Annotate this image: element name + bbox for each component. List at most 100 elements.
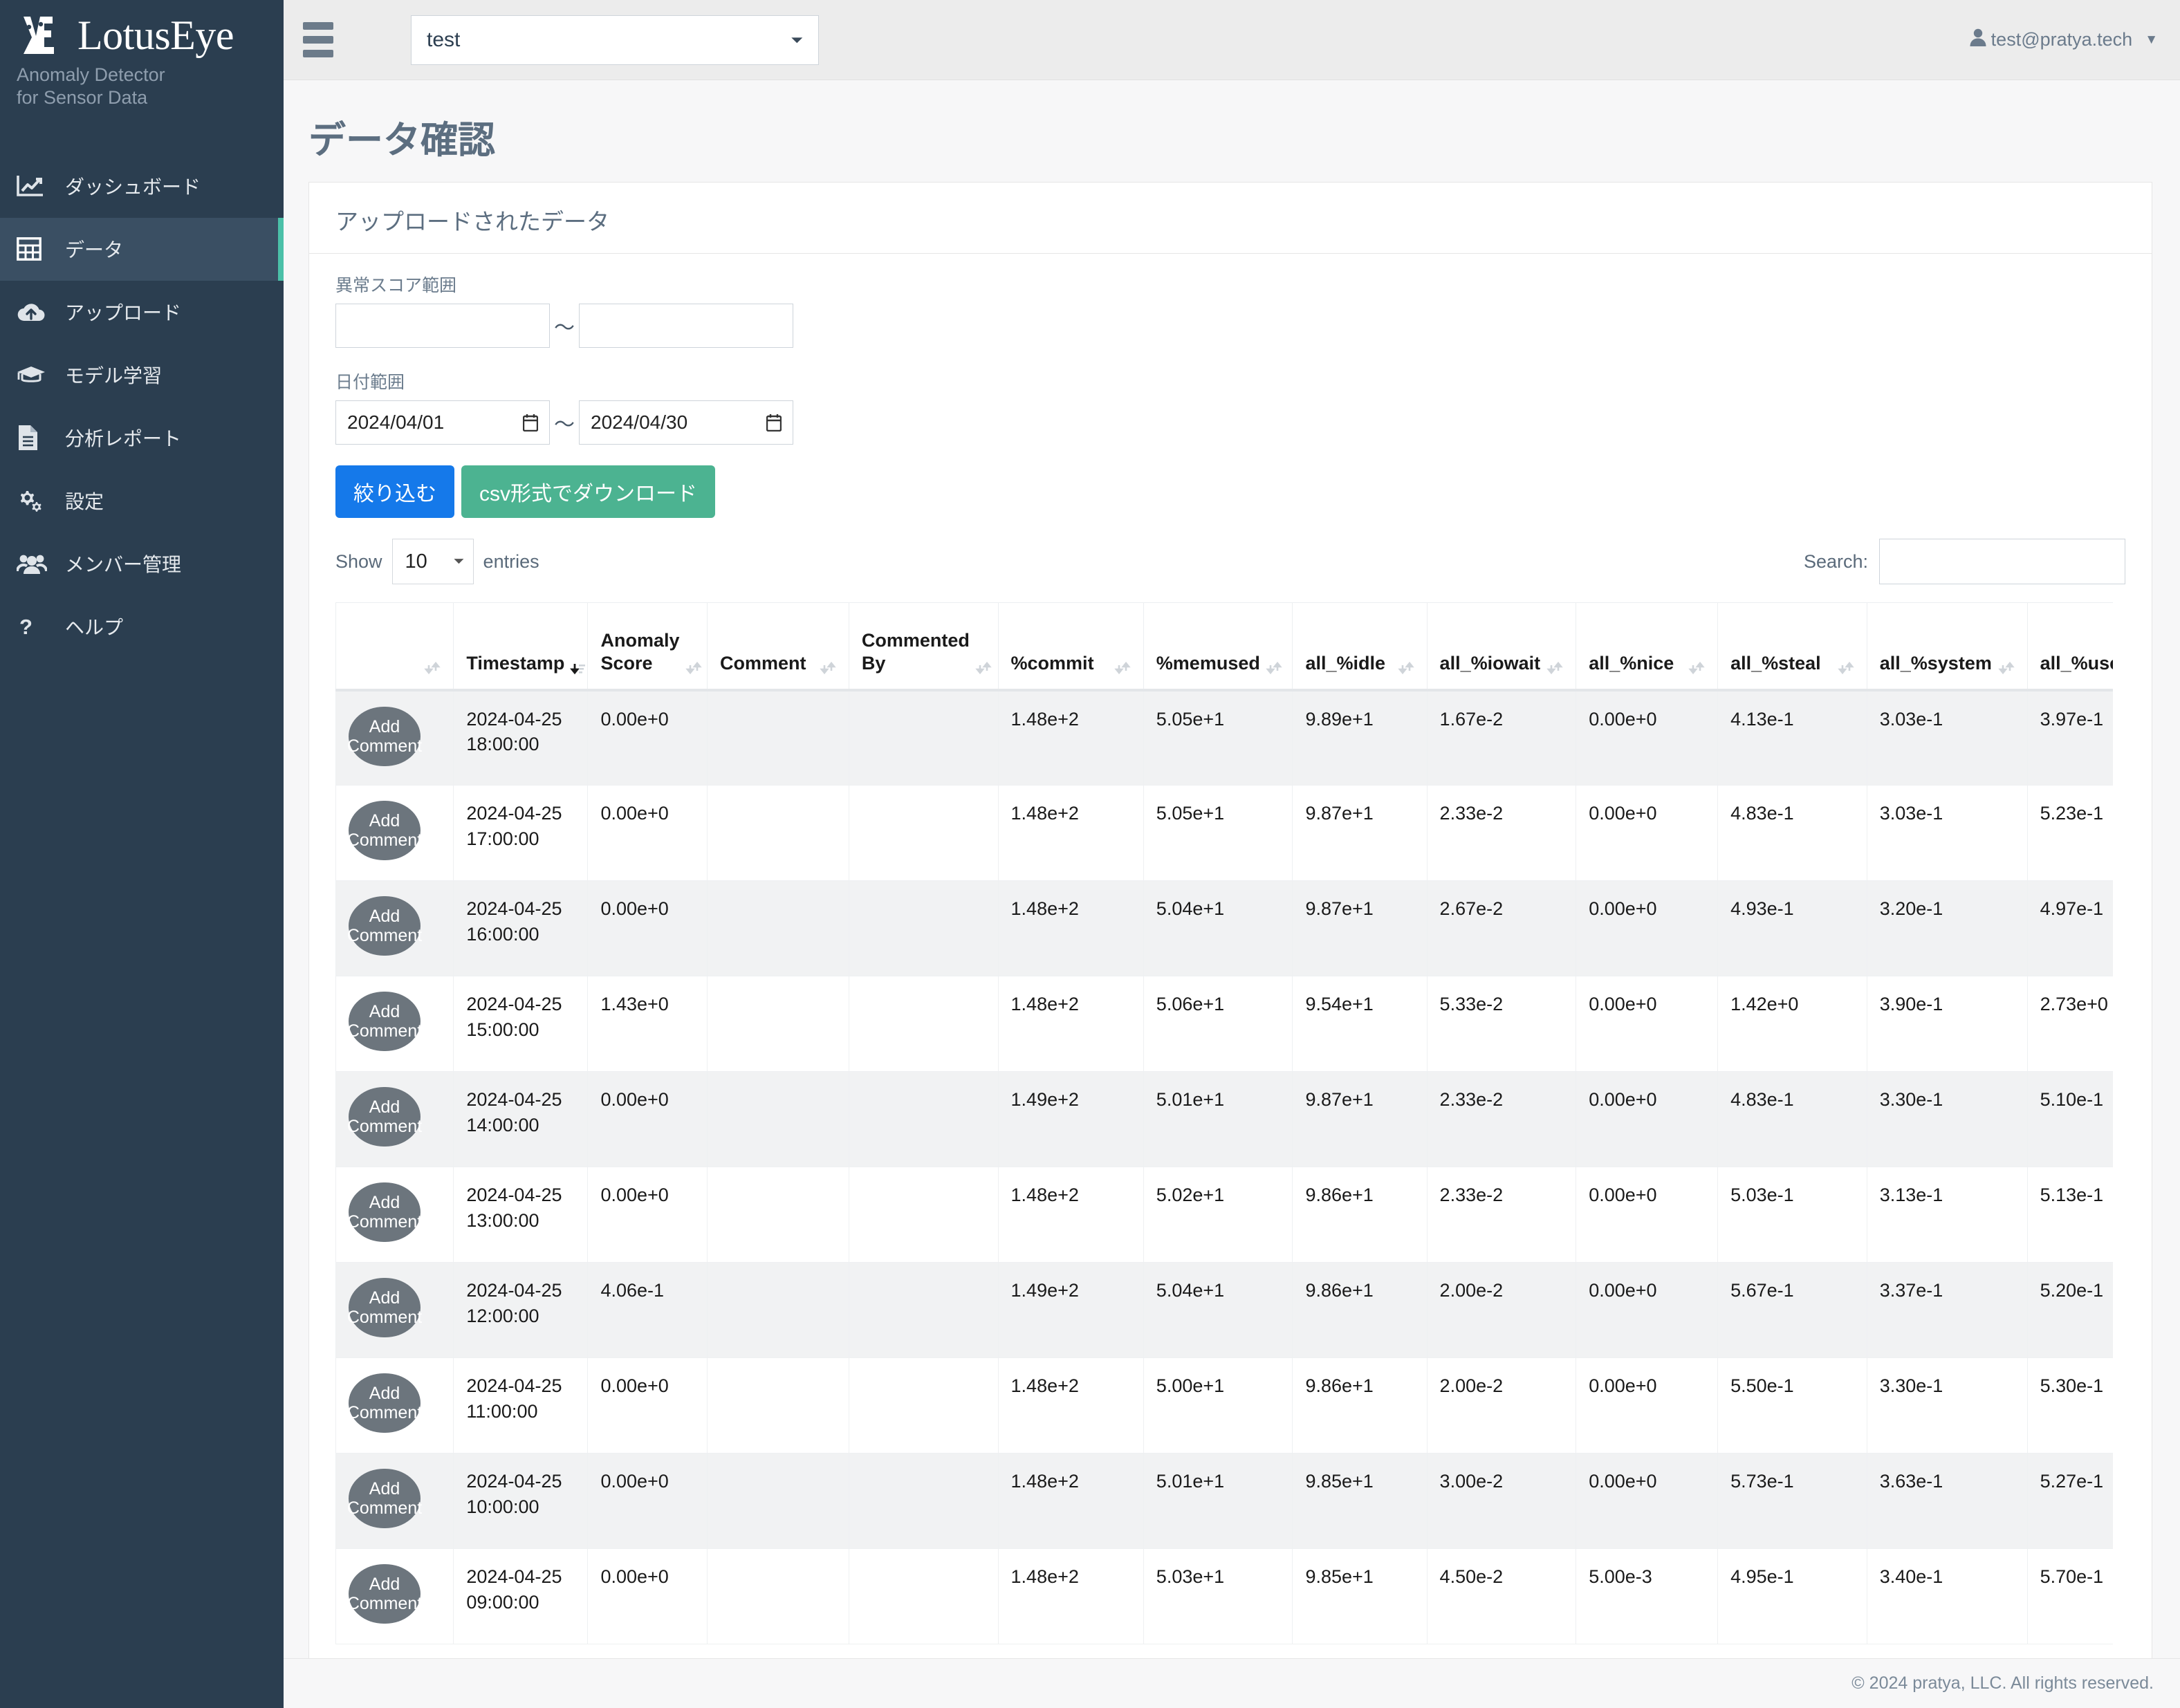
sidebar: LotusEye Anomaly Detector for Sensor Dat… bbox=[0, 0, 284, 1708]
add-comment-button[interactable]: Add Comment bbox=[347, 1087, 422, 1147]
cell-anomaly-score: 1.43e+0 bbox=[587, 976, 708, 1072]
card-title: アップロードされたデータ bbox=[309, 183, 2152, 254]
user-menu[interactable]: test@pratya.tech ▼ bbox=[1969, 28, 2158, 52]
column-header-all-steal[interactable]: all_%steal bbox=[1717, 602, 1867, 691]
cell-actions: Add Comment bbox=[335, 1262, 454, 1358]
lotuseye-logo-icon bbox=[17, 12, 66, 58]
add-comment-button[interactable]: Add Comment bbox=[347, 1564, 422, 1624]
cloud-upload-icon bbox=[17, 301, 57, 323]
column-header-all-idle[interactable]: all_%idle bbox=[1292, 602, 1428, 691]
table-row[interactable]: Add Comment 2024-04-25 15:00:00 1.43e+0 … bbox=[335, 976, 2125, 1072]
add-comment-button[interactable]: Add Comment bbox=[347, 1469, 422, 1528]
sidebar-item-help[interactable]: ? ヘルプ bbox=[0, 595, 284, 658]
sidebar-item-report[interactable]: 分析レポート bbox=[0, 407, 284, 470]
anomaly-score-from-input[interactable] bbox=[335, 304, 550, 348]
table-row[interactable]: Add Comment 2024-04-25 16:00:00 0.00e+0 … bbox=[335, 880, 2125, 976]
table-row[interactable]: Add Comment 2024-04-25 17:00:00 0.00e+0 … bbox=[335, 785, 2125, 881]
cell-comment bbox=[707, 689, 849, 786]
date-to-input[interactable]: 2024/04/30 bbox=[579, 400, 793, 445]
table-row[interactable]: Add Comment 2024-04-25 11:00:00 0.00e+0 … bbox=[335, 1357, 2125, 1454]
column-header-all-nice[interactable]: all_%nice bbox=[1576, 602, 1719, 691]
filter-actions: 絞り込む csv形式でダウンロード bbox=[335, 465, 2125, 518]
date-to-value: 2024/04/30 bbox=[591, 411, 688, 433]
search-input[interactable] bbox=[1879, 539, 2125, 584]
entries-per-page-select[interactable]: 10 ⏷ bbox=[391, 539, 474, 584]
column-label: Comment bbox=[720, 652, 806, 674]
table-row[interactable]: Add Comment 2024-04-25 09:00:00 0.00e+0 … bbox=[335, 1548, 2125, 1644]
table-row[interactable]: Add Comment 2024-04-25 12:00:00 4.06e-1 … bbox=[335, 1262, 2125, 1358]
column-header-commit[interactable]: %commit bbox=[997, 602, 1144, 691]
download-csv-button[interactable]: csv形式でダウンロード bbox=[461, 465, 715, 518]
table-icon bbox=[17, 237, 57, 261]
calendar-icon bbox=[766, 414, 782, 432]
add-comment-button[interactable]: Add Comment bbox=[347, 1373, 422, 1433]
project-select[interactable]: test ⏷ bbox=[411, 15, 819, 65]
cell-comment bbox=[707, 976, 849, 1072]
column-label: all_%steal bbox=[1730, 652, 1821, 674]
cell-commit: 1.48e+2 bbox=[997, 689, 1144, 786]
cell-memused: 5.00e+1 bbox=[1143, 1357, 1293, 1454]
cell-all-idle: 9.85e+1 bbox=[1292, 1453, 1428, 1549]
add-comment-button[interactable]: Add Comment bbox=[347, 706, 422, 766]
cell-all-iowait: 5.33e-2 bbox=[1426, 976, 1577, 1072]
add-comment-button[interactable]: Add Comment bbox=[347, 1182, 422, 1242]
column-header-anomaly-score[interactable]: Anomaly Score bbox=[587, 602, 708, 691]
table-row[interactable]: Add Comment 2024-04-25 13:00:00 0.00e+0 … bbox=[335, 1167, 2125, 1263]
cell-actions: Add Comment bbox=[335, 785, 454, 881]
sidebar-item-dashboard[interactable]: ダッシュボード bbox=[0, 155, 284, 218]
sidebar-item-label: メンバー管理 bbox=[65, 554, 182, 576]
cell-anomaly-score: 0.00e+0 bbox=[587, 1548, 708, 1644]
table-row[interactable]: Add Comment 2024-04-25 18:00:00 0.00e+0 … bbox=[335, 689, 2125, 786]
cell-all-system: 3.63e-1 bbox=[1866, 1453, 2028, 1549]
cell-all-user: 5.30e-1 bbox=[2026, 1357, 2125, 1454]
cell-actions: Add Comment bbox=[335, 1357, 454, 1454]
column-label: all_%nice bbox=[1589, 652, 1674, 674]
cell-comment bbox=[707, 1262, 849, 1358]
column-header-commented-by[interactable]: Commented By bbox=[848, 602, 999, 691]
column-header-memused[interactable]: %memused bbox=[1143, 602, 1293, 691]
add-comment-button[interactable]: Add Comment bbox=[347, 801, 422, 860]
cell-comment bbox=[707, 1548, 849, 1644]
sidebar-item-label: モデル学習 bbox=[65, 365, 163, 387]
add-comment-button[interactable]: Add Comment bbox=[347, 992, 422, 1051]
column-header-all-user[interactable]: all_%user bbox=[2026, 602, 2125, 691]
sort-both-icon bbox=[1397, 651, 1414, 675]
column-header-timestamp[interactable]: Timestamp bbox=[453, 602, 589, 691]
sidebar-item-model-training[interactable]: モデル学習 bbox=[0, 344, 284, 407]
cell-comment bbox=[707, 785, 849, 881]
hamburger-menu-icon[interactable] bbox=[303, 22, 339, 57]
table-row[interactable]: Add Comment 2024-04-25 14:00:00 0.00e+0 … bbox=[335, 1071, 2125, 1167]
cell-all-idle: 9.89e+1 bbox=[1292, 689, 1428, 786]
table-controls: Show 10 ⏷ entries Search: bbox=[335, 539, 2125, 584]
cell-all-system: 3.20e-1 bbox=[1866, 880, 2028, 976]
table-row[interactable]: Add Comment 2024-04-25 10:00:00 0.00e+0 … bbox=[335, 1453, 2125, 1549]
cell-all-system: 3.03e-1 bbox=[1866, 785, 2028, 881]
data-table-scroll-container[interactable]: Timestamp Anomaly Score Comment Commente… bbox=[335, 602, 2125, 1644]
cell-all-idle: 9.54e+1 bbox=[1292, 976, 1428, 1072]
column-header-actions[interactable] bbox=[335, 602, 454, 691]
add-comment-button[interactable]: Add Comment bbox=[347, 1278, 422, 1337]
filter-button[interactable]: 絞り込む bbox=[335, 465, 454, 518]
anomaly-score-to-input[interactable] bbox=[579, 304, 793, 348]
project-select-value: test bbox=[427, 28, 461, 51]
date-from-input[interactable]: 2024/04/01 bbox=[335, 400, 550, 445]
cell-commit: 1.48e+2 bbox=[997, 1453, 1144, 1549]
column-header-all-iowait[interactable]: all_%iowait bbox=[1426, 602, 1577, 691]
add-comment-button[interactable]: Add Comment bbox=[347, 896, 422, 956]
column-header-all-system[interactable]: all_%system bbox=[1866, 602, 2028, 691]
sidebar-item-upload[interactable]: アップロード bbox=[0, 281, 284, 344]
cell-anomaly-score: 0.00e+0 bbox=[587, 1167, 708, 1263]
sort-both-icon bbox=[424, 651, 441, 675]
cell-all-nice: 0.00e+0 bbox=[1576, 689, 1719, 786]
cell-all-iowait: 2.33e-2 bbox=[1426, 1071, 1577, 1167]
cell-all-iowait: 3.00e-2 bbox=[1426, 1453, 1577, 1549]
cell-actions: Add Comment bbox=[335, 1453, 454, 1549]
column-header-comment[interactable]: Comment bbox=[707, 602, 849, 691]
sidebar-item-members[interactable]: メンバー管理 bbox=[0, 532, 284, 595]
sidebar-item-settings[interactable]: 設定 bbox=[0, 470, 284, 532]
cell-all-nice: 0.00e+0 bbox=[1576, 976, 1719, 1072]
anomaly-score-filter: 異常スコア範囲 〜 bbox=[335, 272, 2125, 348]
date-from-value: 2024/04/01 bbox=[347, 411, 445, 433]
sidebar-item-data[interactable]: データ bbox=[0, 217, 284, 281]
main-region: test ⏷ test@pratya.tech ▼ データ確認 アップロードされ… bbox=[284, 0, 2180, 1708]
